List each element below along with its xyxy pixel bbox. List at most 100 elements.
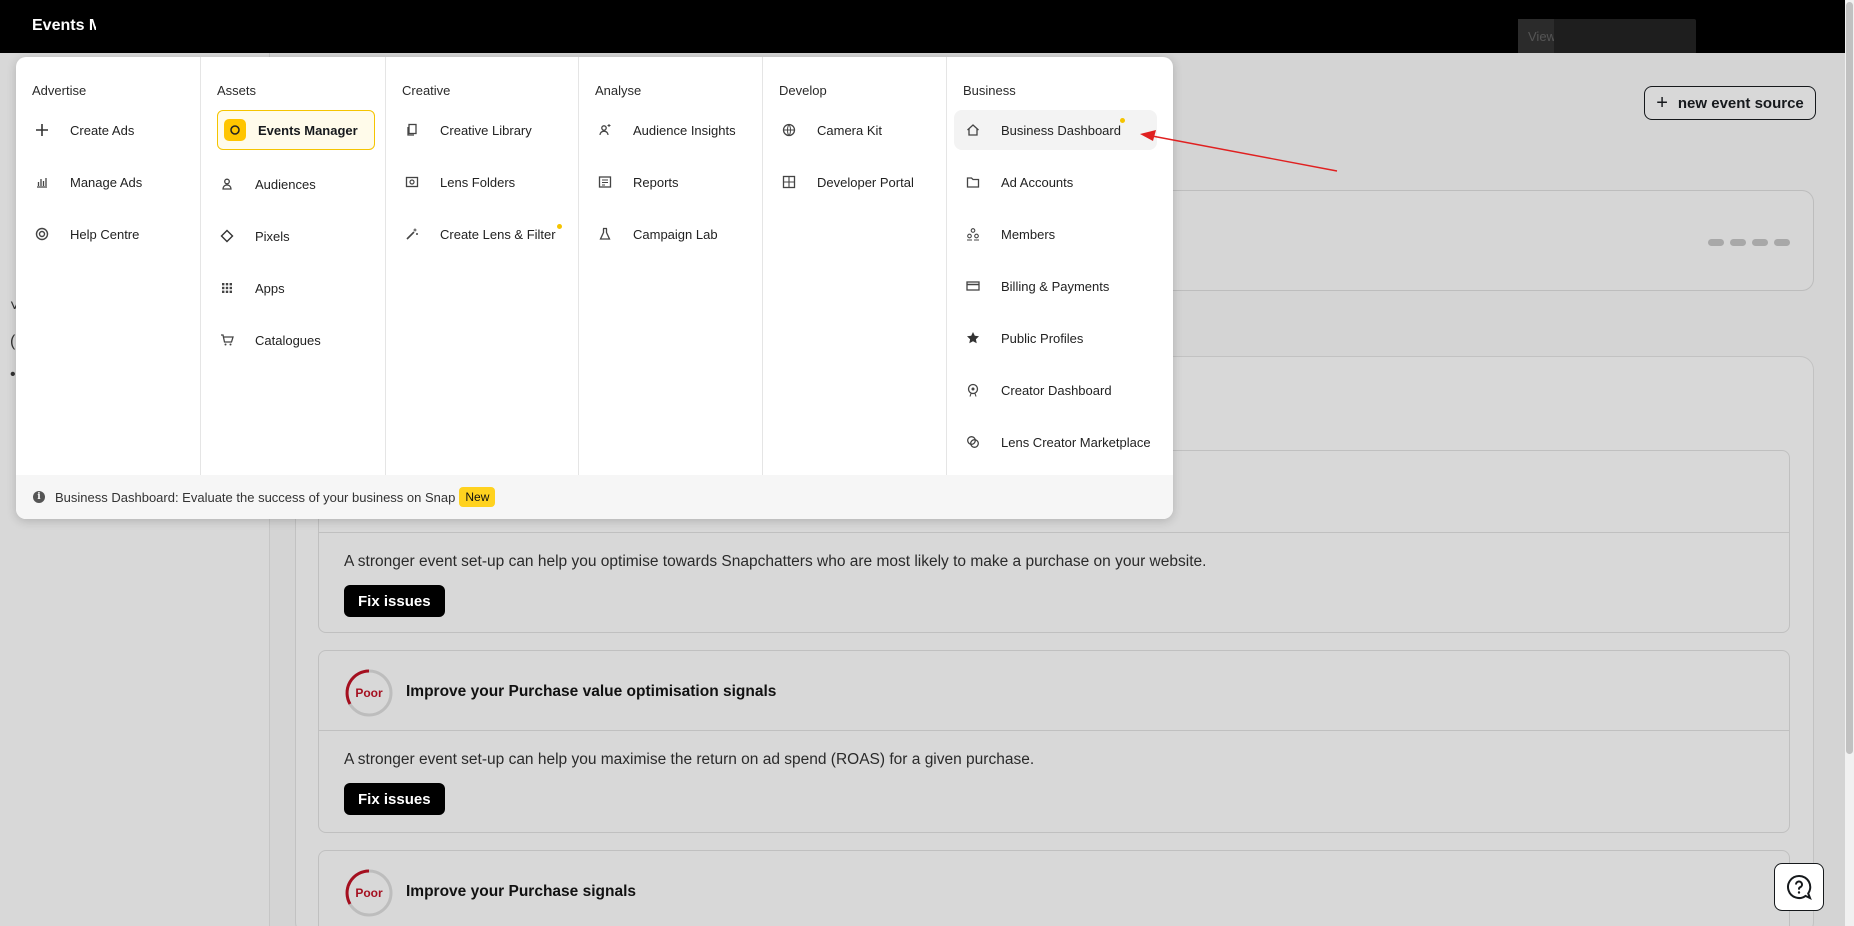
menu-column-advertise: Advertise Create Ads Manage Ads Help Cen… [16, 57, 201, 475]
report-icon [595, 172, 615, 192]
menu-item-label: Ad Accounts [1001, 174, 1074, 190]
menu-item-developer-portal[interactable]: Developer Portal [779, 162, 914, 202]
new-indicator-dot [556, 224, 562, 229]
bar-chart-icon [32, 172, 52, 192]
menu-item-label: Apps [255, 280, 285, 296]
menu-item-help-centre[interactable]: Help Centre [32, 214, 139, 254]
menu-item-label: Reports [633, 174, 679, 190]
menu-footer-banner: i Business Dashboard: Evaluate the succe… [16, 475, 1173, 519]
account-switcher[interactable]: Viewing [1518, 19, 1696, 54]
menu-item-reports[interactable]: Reports [595, 162, 679, 202]
info-icon: i [33, 491, 45, 503]
menu-item-label: Lens Folders [440, 174, 516, 190]
menu-item-events-manager[interactable]: Events Manager [217, 110, 375, 150]
menu-item-lens-folders[interactable]: Lens Folders [402, 162, 515, 202]
menu-item-apps[interactable]: Apps [217, 268, 285, 308]
menu-item-creator-dashboard[interactable]: Creator Dashboard [963, 370, 1112, 410]
person-icon [217, 174, 237, 194]
members-icon [963, 224, 983, 244]
menu-column-heading: Advertise [32, 83, 87, 98]
menu-column-analyse: Analyse Audience Insights Reports Campai… [579, 57, 763, 475]
menu-item-label: Manage Ads [70, 174, 143, 190]
menu-item-label: Public Profiles [1001, 330, 1084, 346]
nav-stub-icon[interactable]: ( [10, 333, 15, 351]
menu-item-label: Lens Creator Marketplace [1001, 434, 1151, 450]
rating-label: Poor [355, 886, 383, 900]
menu-item-create-ads[interactable]: Create Ads [32, 110, 134, 150]
menu-item-label: Create Lens & Filter [440, 226, 556, 242]
menu-column-heading: Business [963, 83, 1016, 98]
recommendation-description: A stronger event set-up can help you max… [344, 751, 1035, 768]
menu-item-catalogues[interactable]: Catalogues [217, 320, 321, 360]
menu-item-label: Business Dashboard [1001, 122, 1121, 138]
menu-item-label: Campaign Lab [633, 226, 718, 242]
new-badge: New [459, 487, 496, 507]
page-scrollbar[interactable] [1845, 0, 1854, 926]
app-title[interactable]: Events Manager [32, 17, 96, 35]
menu-item-campaign-lab[interactable]: Campaign Lab [595, 214, 718, 254]
menu-item-label: Developer Portal [817, 174, 914, 190]
recommendation-card: Poor Improve your Purchase value optimis… [318, 650, 1790, 833]
menu-column-creative: Creative Creative Library Lens Folders C… [386, 57, 579, 475]
menu-item-billing-payments[interactable]: Billing & Payments [963, 266, 1109, 306]
menu-item-label: Billing & Payments [1001, 278, 1110, 294]
rating-label: Poor [355, 686, 383, 700]
events-manager-icon [224, 119, 246, 141]
recommendation-title[interactable]: Improve your Purchase value optimisation… [406, 683, 776, 701]
menu-column-develop: Develop Camera Kit Developer Portal [763, 57, 947, 475]
menu-column-assets: Assets Events Manager Audiences Pixels A… [201, 57, 386, 475]
home-icon [963, 120, 983, 140]
new-indicator-dot [1119, 118, 1125, 123]
menu-item-label: Pixels [255, 228, 290, 244]
menu-item-creative-library[interactable]: Creative Library [402, 110, 532, 150]
help-chat-button[interactable] [1774, 863, 1824, 911]
menu-item-label: Catalogues [255, 332, 321, 348]
menu-item-audiences[interactable]: Audiences [217, 164, 316, 204]
menu-item-label: Camera Kit [817, 122, 883, 138]
plus-icon: + [1656, 92, 1668, 114]
recommendation-title[interactable]: Improve your Purchase signals [406, 883, 636, 901]
menu-item-ad-accounts[interactable]: Ad Accounts [963, 162, 1073, 202]
location-badge-icon [963, 380, 983, 400]
menu-item-pixels[interactable]: Pixels [217, 216, 290, 256]
recommendation-body: A stronger event set-up can help you opt… [319, 533, 1789, 633]
menu-item-audience-insights[interactable]: Audience Insights [595, 110, 736, 150]
star-icon [963, 328, 983, 348]
new-event-source-label: new event source [1677, 94, 1804, 112]
nav-stub-icon[interactable]: • [10, 366, 16, 384]
menu-item-business-dashboard[interactable]: Business Dashboard [954, 110, 1157, 150]
portal-icon [779, 172, 799, 192]
menu-item-members[interactable]: Members [963, 214, 1055, 254]
menu-item-label: Audience Insights [633, 122, 736, 138]
diamond-icon [217, 226, 237, 246]
loading-dots [1708, 239, 1790, 246]
menu-item-lens-creator-marketplace[interactable]: Lens Creator Marketplace [963, 422, 1151, 462]
menu-column-heading: Analyse [595, 83, 642, 98]
menu-item-label: Audiences [255, 176, 316, 192]
account-name: Viewing [1518, 19, 1554, 53]
menu-column-heading: Creative [402, 83, 451, 98]
footer-text: Business Dashboard: Evaluate the success… [55, 489, 456, 505]
person-sparkle-icon [595, 120, 615, 140]
menu-item-camera-kit[interactable]: Camera Kit [779, 110, 882, 150]
lens-icon [963, 432, 983, 452]
scrollbar-thumb[interactable] [1846, 2, 1853, 754]
recommendation-body: A stronger event set-up can help you max… [319, 731, 1789, 831]
fix-issues-button[interactable]: Fix issues [344, 783, 445, 815]
navigation-mega-menu: Advertise Create Ads Manage Ads Help Cen… [16, 57, 1173, 519]
menu-item-public-profiles[interactable]: Public Profiles [963, 318, 1083, 358]
cart-icon [217, 330, 237, 350]
recommendation-card: Poor Improve your Purchase signals [318, 850, 1790, 926]
menu-item-create-lens-filter[interactable]: Create Lens & Filter [402, 214, 562, 254]
new-event-source-button[interactable]: + new event source [1644, 86, 1816, 120]
menu-item-label: Create Ads [70, 122, 135, 138]
magic-wand-icon [402, 224, 422, 244]
annotation-arrow-icon [1140, 130, 1338, 172]
menu-column-heading: Develop [779, 83, 827, 98]
fix-issues-button[interactable]: Fix issues [344, 585, 445, 617]
recommendation-header: Poor Improve your Purchase signals [319, 851, 1789, 926]
card-icon [963, 276, 983, 296]
menu-column-heading: Assets [217, 83, 257, 98]
menu-item-manage-ads[interactable]: Manage Ads [32, 162, 142, 202]
menu-item-label: Help Centre [70, 226, 140, 242]
